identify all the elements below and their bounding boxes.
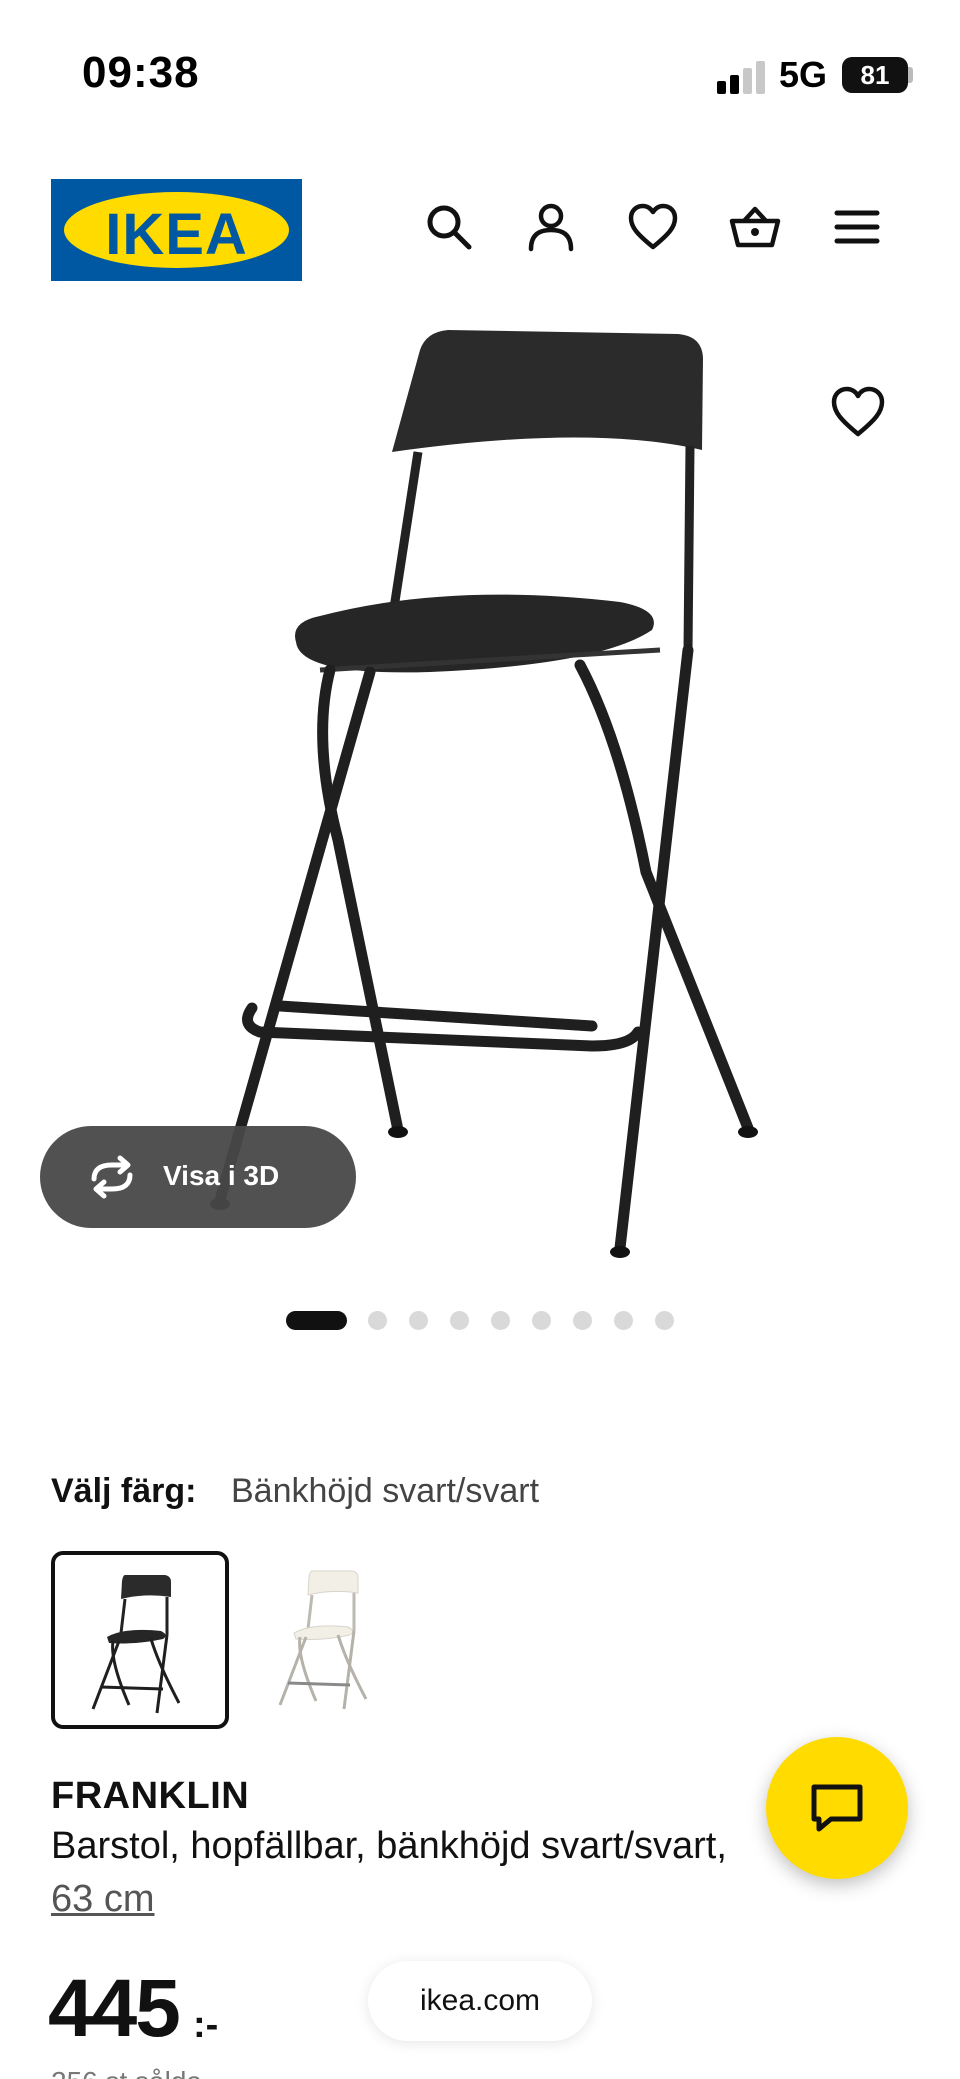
carousel-dot[interactable] xyxy=(655,1311,674,1330)
menu-icon[interactable] xyxy=(831,201,883,253)
favorite-button[interactable] xyxy=(830,384,886,440)
swatch-chair-image xyxy=(91,1575,181,1714)
color-swatch-white[interactable] xyxy=(242,1551,420,1729)
swatch-chair-image xyxy=(278,1570,368,1710)
network-type: 5G xyxy=(779,54,828,95)
product-name: FRANKLIN xyxy=(51,1775,250,1817)
carousel-dot[interactable] xyxy=(491,1311,510,1330)
carousel-dot[interactable] xyxy=(532,1311,551,1330)
carousel-dot[interactable] xyxy=(614,1311,633,1330)
ikea-logo[interactable]: IKEA xyxy=(51,179,302,281)
heart-icon[interactable] xyxy=(627,201,679,253)
product-price: 445 xyxy=(48,1963,181,2054)
status-bar: 09:38 5G 81 xyxy=(0,0,960,150)
basket-icon[interactable] xyxy=(729,201,781,253)
sold-count: 256 st sålda xyxy=(51,2066,202,2079)
color-label: Välj färg: xyxy=(51,1472,197,1510)
color-value: Bänkhöjd svart/svart xyxy=(231,1472,540,1510)
chat-bubble-icon xyxy=(811,1784,863,1832)
search-icon[interactable] xyxy=(423,201,475,253)
status-time: 09:38 xyxy=(82,48,200,97)
logo-text: IKEA xyxy=(105,202,248,267)
carousel-dot[interactable] xyxy=(450,1311,469,1330)
chat-button[interactable] xyxy=(766,1737,908,1879)
color-swatch-black[interactable] xyxy=(51,1551,229,1729)
signal-strength-icon xyxy=(717,60,765,94)
rotate-icon xyxy=(91,1155,133,1199)
carousel-dot[interactable] xyxy=(573,1311,592,1330)
price-suffix: :- xyxy=(193,2004,219,2046)
heart-icon xyxy=(831,386,885,437)
product-size-link[interactable]: 63 cm xyxy=(51,1878,154,1921)
battery-tip xyxy=(908,67,913,83)
view-3d-label: Visa i 3D xyxy=(163,1160,280,1191)
product-description: Barstol, hopfällbar, bänkhöjd svart/svar… xyxy=(51,1825,727,1867)
carousel-dot[interactable] xyxy=(409,1311,428,1330)
view-3d-button[interactable]: Visa i 3D xyxy=(40,1126,356,1228)
profile-icon[interactable] xyxy=(525,201,577,253)
carousel-dot[interactable] xyxy=(286,1311,347,1330)
browser-url-bar[interactable]: ikea.com xyxy=(368,1961,592,2041)
carousel-dot[interactable] xyxy=(368,1311,387,1330)
battery-icon: 81 xyxy=(842,57,908,93)
